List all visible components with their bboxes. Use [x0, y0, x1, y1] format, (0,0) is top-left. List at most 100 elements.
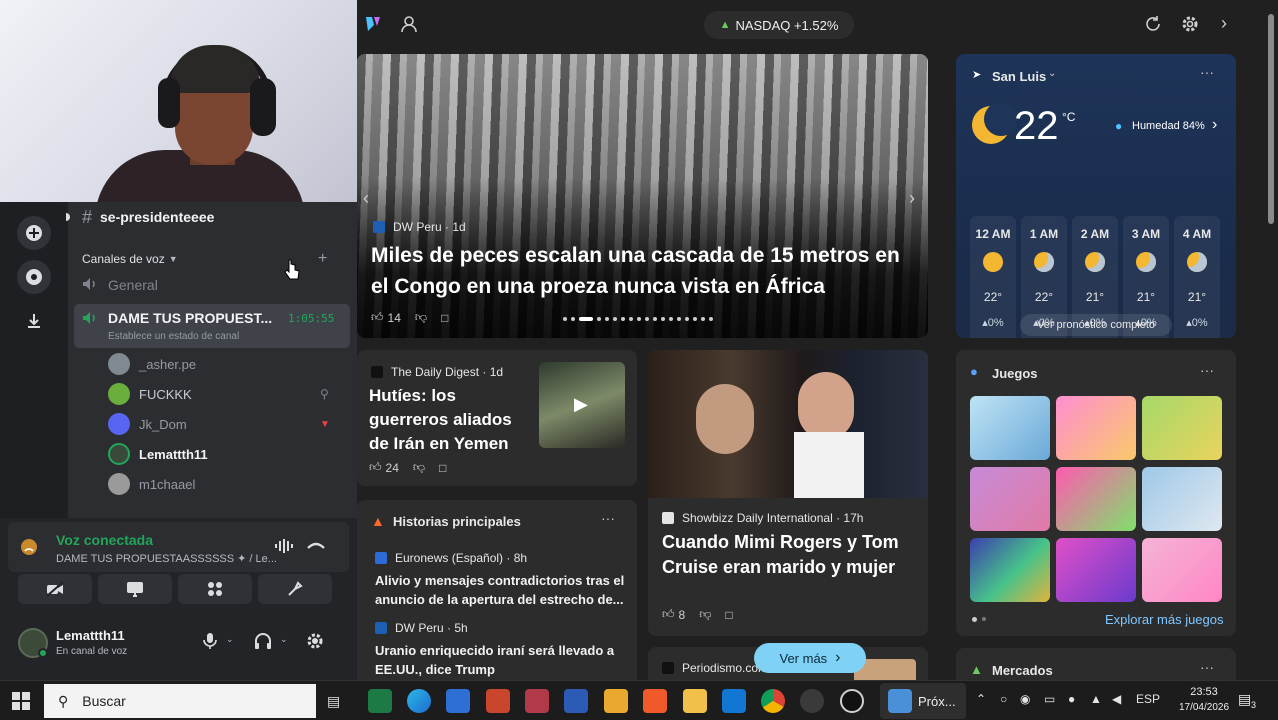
brave-icon[interactable]	[643, 689, 667, 713]
comment-icon[interactable]: □	[725, 608, 732, 622]
disconnect-icon[interactable]	[306, 538, 326, 559]
excel-icon[interactable]	[368, 689, 392, 713]
tray-app-icon[interactable]: ◉	[1020, 692, 1030, 706]
chevron-down-icon[interactable]: ⌄	[1048, 68, 1056, 79]
article-headline[interactable]: Hutíes: los guerreros aliados de Irán en…	[369, 384, 529, 456]
more-options-icon[interactable]: ···	[1200, 362, 1214, 378]
voice-user[interactable]: FUCKKK ⚲	[108, 382, 329, 406]
volume-icon[interactable]: ◀	[1112, 692, 1121, 706]
channel-text-row[interactable]: # se-presidenteeee	[66, 204, 357, 230]
camera-off-button[interactable]	[18, 574, 92, 604]
activities-button[interactable]	[178, 574, 252, 604]
add-channel-icon[interactable]: +	[318, 250, 327, 268]
more-options-icon[interactable]: ···	[1200, 64, 1214, 80]
soundboard-button[interactable]	[258, 574, 332, 604]
full-forecast-button[interactable]: Ver pronóstico completo	[1020, 314, 1172, 336]
game-tile[interactable]	[1142, 396, 1222, 460]
edge-icon[interactable]	[407, 689, 431, 713]
story-item[interactable]: Euronews (Español) · 8h Alivio y mensaje…	[375, 551, 625, 609]
windows-start-icon[interactable]	[12, 692, 30, 715]
chevron-right-icon[interactable]: ›	[1221, 13, 1227, 34]
carousel-dots[interactable]	[563, 317, 713, 321]
more-options-icon[interactable]: ···	[601, 510, 615, 526]
voice-channel-active[interactable]: DAME TUS PROPUEST... 1:05:55 Establece u…	[74, 304, 350, 348]
game-tile[interactable]	[1142, 538, 1222, 602]
article-headline[interactable]: Miles de peces escalan una cascada de 15…	[371, 240, 916, 302]
like-icon[interactable]: 👍︎	[369, 460, 382, 475]
voice-channel-path[interactable]: DAME TUS PROPUESTAASSSSSS ✦ / Le...	[56, 552, 277, 565]
active-app-button[interactable]: Próx...	[880, 683, 966, 719]
carousel-prev-icon[interactable]: ‹	[363, 188, 369, 209]
dislike-icon[interactable]: 👎︎	[415, 310, 427, 325]
article-card-digest[interactable]: The Daily Digest · 1d Hutíes: los guerre…	[357, 350, 637, 486]
media-player-icon[interactable]	[604, 689, 628, 713]
task-view-icon[interactable]: ▤	[327, 693, 340, 710]
language-indicator[interactable]: ESP	[1136, 692, 1160, 706]
dislike-icon[interactable]: 👎︎	[699, 607, 711, 622]
microphone-icon[interactable]: ●	[1068, 692, 1075, 706]
carousel-next-icon[interactable]: ›	[909, 188, 915, 209]
weather-location[interactable]: San Luis	[992, 69, 1046, 84]
noise-suppression-icon[interactable]	[274, 538, 294, 559]
see-more-button[interactable]: Ver más ›	[754, 643, 866, 673]
screen-share-button[interactable]	[98, 574, 172, 604]
settings-gear-icon[interactable]	[306, 632, 324, 655]
file-explorer-icon[interactable]	[683, 689, 707, 713]
widgets-logo-icon[interactable]	[363, 14, 383, 39]
user-profile-icon[interactable]	[399, 14, 419, 39]
outlook-icon[interactable]	[722, 689, 746, 713]
games-pagination[interactable]	[972, 617, 986, 622]
word-icon[interactable]	[564, 689, 588, 713]
channel-status[interactable]: Establece un estado de canal	[108, 331, 239, 342]
game-tile[interactable]	[970, 396, 1050, 460]
hero-article-card[interactable]: ‹ › DW Peru · 1d Miles de peces escalan …	[357, 54, 928, 338]
explore-servers-icon[interactable]	[17, 260, 51, 294]
add-server-icon[interactable]	[17, 216, 51, 250]
story-item[interactable]: DW Peru · 5h Uranio enriquecido iraní se…	[375, 621, 625, 679]
tray-overflow-icon[interactable]: ⌃	[976, 692, 986, 706]
voice-user[interactable]: Lemattth11	[108, 442, 208, 466]
settings-gear-icon[interactable]	[1181, 15, 1199, 38]
more-options-icon[interactable]: ···	[1200, 659, 1214, 675]
game-tile[interactable]	[1056, 538, 1136, 602]
game-tile[interactable]	[1056, 467, 1136, 531]
game-tile[interactable]	[970, 538, 1050, 602]
chevron-right-icon[interactable]: ›	[1212, 116, 1217, 134]
dislike-icon[interactable]: 👎︎	[413, 460, 425, 475]
download-apps-icon[interactable]	[17, 304, 51, 338]
username[interactable]: Lemattth11	[56, 628, 125, 643]
obs-icon[interactable]	[840, 689, 864, 713]
article-card-showbizz[interactable]: Showbizz Daily International · 17h Cuand…	[648, 350, 928, 636]
powerpoint-icon[interactable]	[486, 689, 510, 713]
chevron-down-icon[interactable]: ⌄	[226, 634, 234, 645]
game-tile[interactable]	[1142, 467, 1222, 531]
taskbar-search[interactable]: ⚲ Buscar	[44, 684, 316, 718]
refresh-icon[interactable]	[1144, 15, 1162, 38]
comment-icon[interactable]: □	[439, 461, 446, 475]
wifi-icon[interactable]: ▲	[1090, 692, 1102, 706]
like-icon[interactable]: 👍︎	[371, 310, 384, 325]
access-icon[interactable]	[525, 689, 549, 713]
headphones-icon[interactable]	[254, 632, 272, 655]
voice-user[interactable]: Jk_Dom ▼	[108, 412, 330, 436]
explore-games-link[interactable]: Explorar más juegos	[1105, 612, 1224, 627]
comment-icon[interactable]: □	[441, 311, 448, 325]
chevron-down-icon[interactable]: ⌄	[280, 634, 288, 645]
voice-connected-label[interactable]: Voz conectada	[56, 532, 153, 548]
article-headline[interactable]: Cuando Mimi Rogers y Tom Cruise eran mar…	[662, 530, 918, 580]
weather-card[interactable]: ➤ San Luis ⌄ ··· 22 °C ● Humedad 84% › 1…	[956, 54, 1236, 338]
like-icon[interactable]: 👍︎	[662, 607, 675, 622]
notifications-icon[interactable]: ▤	[1238, 691, 1251, 708]
scrollbar-thumb[interactable]	[1268, 14, 1274, 224]
chrome-icon[interactable]	[761, 689, 785, 713]
scrollbar[interactable]	[1264, 0, 1278, 680]
game-tile[interactable]	[970, 467, 1050, 531]
clock-time[interactable]: 23:53	[1180, 686, 1228, 698]
voice-category[interactable]: Canales de voz ▼ +	[68, 246, 357, 272]
tray-app-icon[interactable]: ○	[1000, 692, 1007, 706]
clock-date[interactable]: 17/04/2026	[1172, 702, 1236, 713]
battery-icon[interactable]: ▭	[1044, 692, 1055, 706]
store-icon[interactable]	[446, 689, 470, 713]
game-tile[interactable]	[1056, 396, 1136, 460]
voice-user[interactable]: _asher.pe	[108, 352, 196, 376]
